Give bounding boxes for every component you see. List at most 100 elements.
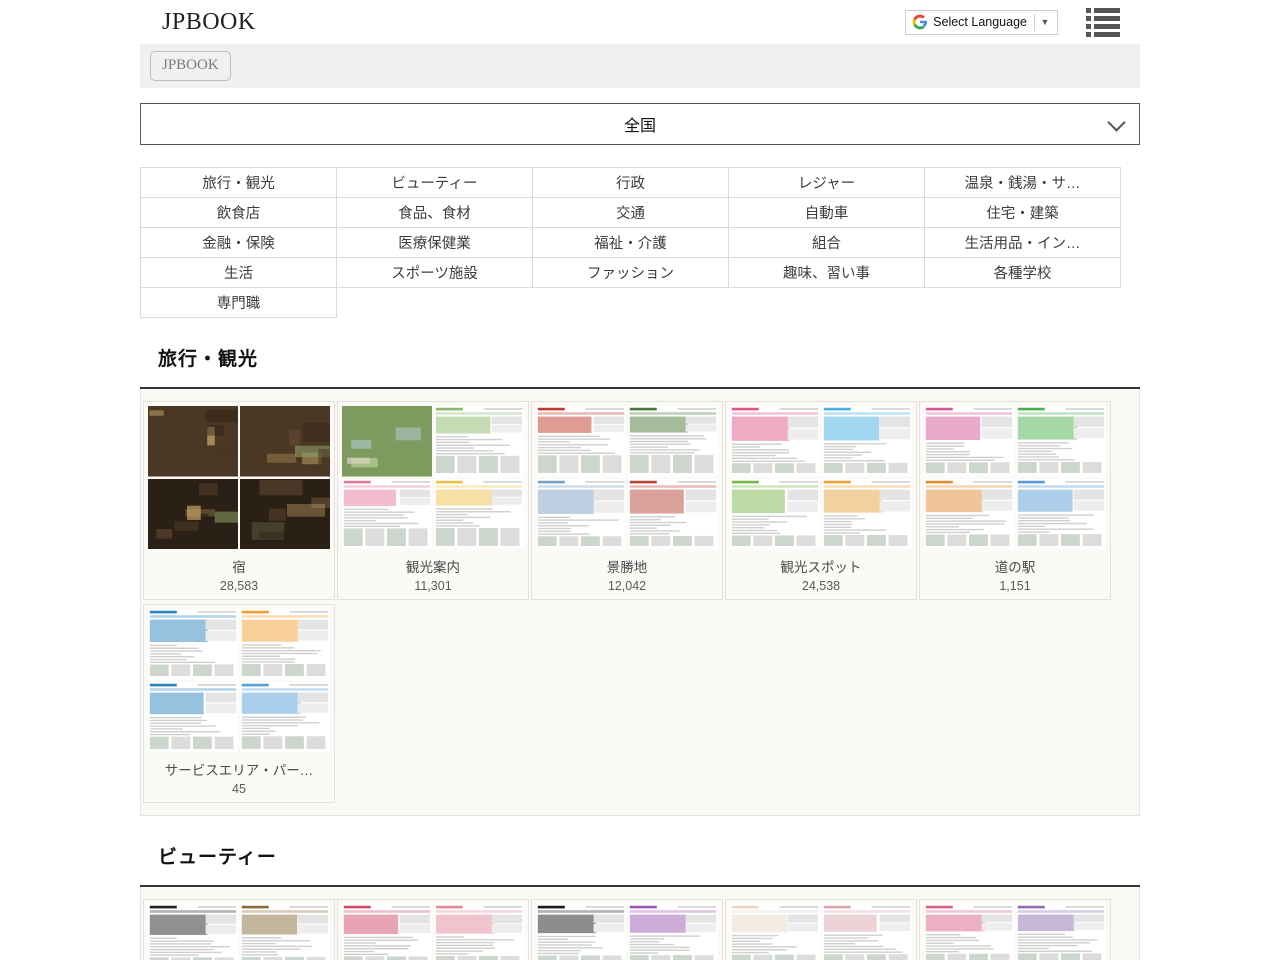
section-title-travel: 旅行・観光 [140,318,1140,387]
chevron-down-icon [1107,113,1125,131]
card-count: 28,583 [148,576,330,597]
category-cell[interactable]: 自動車 [729,198,925,228]
thumbnail-pane [240,682,330,753]
card-景勝地[interactable]: 景勝地12,042 [531,401,723,600]
category-cell-empty [337,288,533,318]
card-count: 24,538 [730,576,912,597]
thumbnail-pane [342,406,432,477]
category-cell[interactable]: 温泉・銭湯・サ… [925,168,1121,198]
card-beauty-5[interactable] [919,899,1111,960]
card-count: 12,042 [536,576,718,597]
category-cell[interactable]: 飲食店 [141,198,337,228]
category-cell[interactable]: ファッション [533,258,729,288]
card-beauty-3[interactable] [531,899,723,960]
section-card-grid-travel: 宿28,583観光案内11,301景勝地12,042観光スポット24,538道の… [140,389,1140,816]
card-thumbnail [342,904,524,960]
thumbnail-pane [628,406,718,477]
card-thumbnail [730,406,912,549]
list-menu-row [1086,24,1120,29]
table-row: 金融・保険 医療保健業 福祉・介護 組合 生活用品・イン… [141,228,1121,258]
chevron-down-icon[interactable]: ▼ [1035,11,1055,34]
region-select[interactable]: 全国 [140,103,1140,145]
main-content: 全国 旅行・観光 ビューティー 行政 レジャー 温泉・銭湯・サ… 飲食店 食品、… [140,103,1140,960]
thumbnail-pane [924,904,1014,960]
thumbnail-pane [434,406,524,477]
card-観光案内[interactable]: 観光案内11,301 [337,401,529,600]
card-thumbnail [536,406,718,549]
region-select-value: 全国 [624,112,656,136]
card-label: 観光案内 [342,549,524,576]
thumbnail-pane [730,406,820,477]
category-cell[interactable]: 福祉・介護 [533,228,729,258]
card-thumbnail [148,904,330,960]
category-cell[interactable]: 行政 [533,168,729,198]
thumbnail-pane [148,904,238,960]
thumbnail-pane [628,479,718,550]
thumbnail-pane [536,406,626,477]
thumbnail-pane [1016,406,1106,477]
thumbnail-pane [240,479,330,550]
thumbnail-pane [822,904,912,960]
site-brand[interactable]: JPBOOK [160,9,256,36]
category-cell[interactable]: 趣味、習い事 [729,258,925,288]
google-g-icon [912,14,928,30]
section-title-beauty: ビューティー [140,816,1140,885]
category-cell[interactable]: 旅行・観光 [141,168,337,198]
category-cell[interactable]: 住宅・建築 [925,198,1121,228]
translate-label: Select Language [933,15,1034,29]
thumbnail-pane [240,406,330,477]
thumbnail-pane [1016,479,1106,550]
card-サービスエリア・パー…[interactable]: サービスエリア・パー…45 [143,604,335,803]
table-row: 生活 スポーツ施設 ファッション 趣味、習い事 各種学校 [141,258,1121,288]
category-cell[interactable]: レジャー [729,168,925,198]
breadcrumb-item-jpbook[interactable]: JPBOOK [150,51,231,81]
category-cell[interactable]: 生活用品・イン… [925,228,1121,258]
category-cell[interactable]: 各種学校 [925,258,1121,288]
category-cell[interactable]: 生活 [141,258,337,288]
card-count: 11,301 [342,576,524,597]
card-beauty-4[interactable] [725,899,917,960]
card-beauty-2[interactable] [337,899,529,960]
card-beauty-1[interactable] [143,899,335,960]
table-row: 旅行・観光 ビューティー 行政 レジャー 温泉・銭湯・サ… [141,168,1121,198]
card-thumbnail [924,406,1106,549]
thumbnail-pane [240,904,330,960]
category-cell[interactable]: 専門職 [141,288,337,318]
thumbnail-pane [822,406,912,477]
category-cell-empty [533,288,729,318]
category-cell-empty [729,288,925,318]
category-cell-empty [925,288,1121,318]
card-count: 45 [148,779,330,800]
category-cell[interactable]: スポーツ施設 [337,258,533,288]
google-translate-widget[interactable]: Select Language ▼ [905,10,1058,35]
category-cell[interactable]: 金融・保険 [141,228,337,258]
category-cell[interactable]: ビューティー [337,168,533,198]
card-label: 宿 [148,549,330,576]
page-root: JPBOOK Select Language ▼ [0,0,1280,960]
list-menu-row [1086,8,1120,13]
category-cell[interactable]: 食品、食材 [337,198,533,228]
thumbnail-pane [628,904,718,960]
card-観光スポット[interactable]: 観光スポット24,538 [725,401,917,600]
category-cell[interactable]: 医療保健業 [337,228,533,258]
thumbnail-pane [148,479,238,550]
card-count: 1,151 [924,576,1106,597]
list-menu-row [1086,16,1120,21]
list-menu-row [1086,32,1120,37]
thumbnail-pane [342,904,432,960]
table-row: 飲食店 食品、食材 交通 自動車 住宅・建築 [141,198,1121,228]
thumbnail-pane [536,904,626,960]
card-thumbnail [924,904,1106,960]
thumbnail-pane [730,479,820,550]
card-thumbnail [730,904,912,960]
category-cell[interactable]: 組合 [729,228,925,258]
category-cell[interactable]: 交通 [533,198,729,228]
list-menu-icon[interactable] [1086,8,1120,37]
thumbnail-pane [1016,904,1106,960]
card-宿[interactable]: 宿28,583 [143,401,335,600]
card-道の駅[interactable]: 道の駅1,151 [919,401,1111,600]
thumbnail-pane [148,406,238,477]
thumbnail-pane [434,479,524,550]
card-label: 観光スポット [730,549,912,576]
card-thumbnail [536,904,718,960]
